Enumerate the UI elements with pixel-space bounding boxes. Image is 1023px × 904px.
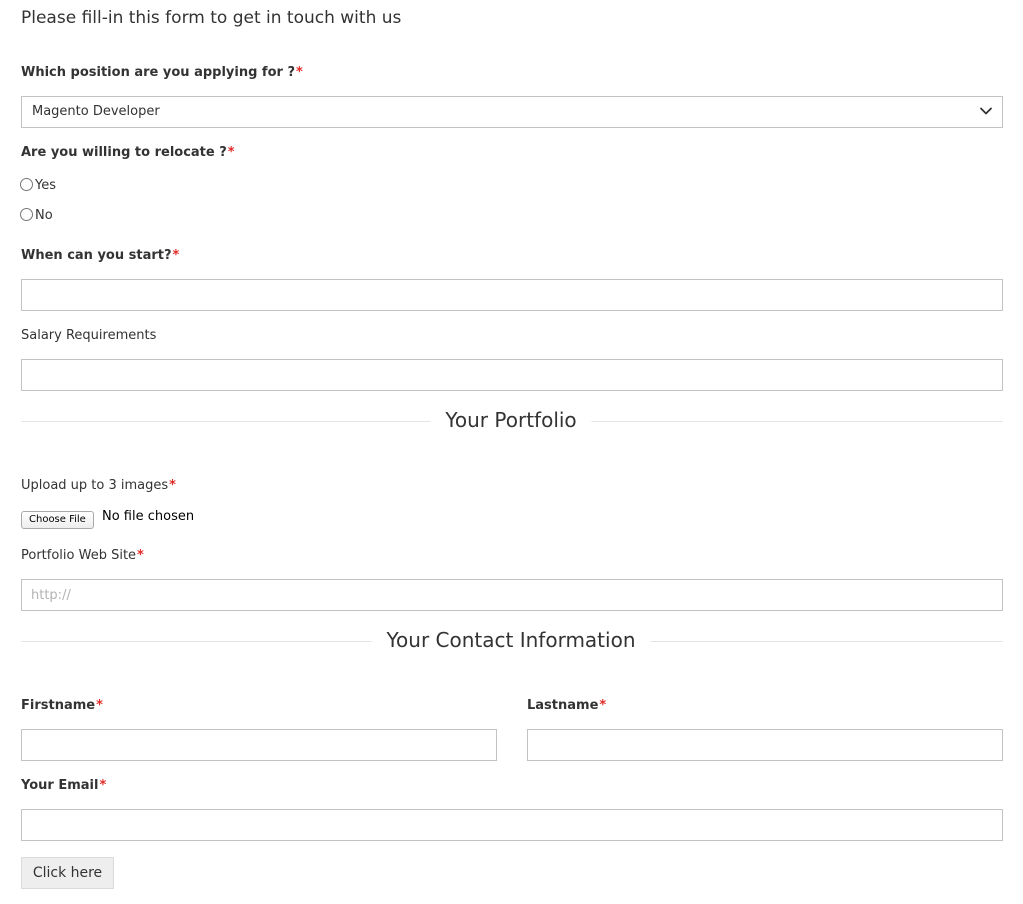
email-label: Your Email* — [21, 777, 106, 795]
chevron-down-icon — [980, 107, 992, 115]
file-status: No file chosen — [102, 509, 195, 524]
radio-no[interactable] — [20, 208, 33, 221]
required-marker: * — [137, 548, 144, 563]
relocate-label-text: Are you willing to relocate ? — [21, 145, 227, 160]
relocate-option-no[interactable]: No — [20, 208, 53, 224]
salary-label: Salary Requirements — [21, 328, 157, 343]
position-label-text: Which position are you applying for ? — [21, 65, 295, 80]
firstname-label: Firstname* — [21, 697, 103, 715]
position-select-value: Magento Developer — [32, 104, 160, 119]
email-input[interactable] — [21, 809, 1003, 841]
relocate-option-yes-label: Yes — [35, 178, 56, 193]
relocate-option-yes[interactable]: Yes — [20, 178, 56, 194]
required-marker: * — [295, 65, 303, 80]
required-marker: * — [99, 778, 107, 793]
required-marker: * — [169, 478, 176, 493]
website-label: Portfolio Web Site* — [21, 547, 144, 565]
firstname-input[interactable] — [21, 729, 497, 761]
radio-yes[interactable] — [20, 178, 33, 191]
lastname-input[interactable] — [527, 729, 1003, 761]
upload-label-text: Upload up to 3 images — [21, 478, 169, 493]
choose-file-button[interactable]: Choose File — [21, 511, 94, 529]
portfolio-section-title: Your Portfolio — [430, 408, 592, 432]
website-label-text: Portfolio Web Site — [21, 548, 137, 563]
position-select[interactable]: Magento Developer — [21, 96, 1003, 128]
relocate-option-no-label: No — [35, 208, 53, 223]
relocate-label: Are you willing to relocate ?* — [21, 144, 235, 162]
upload-label: Upload up to 3 images* — [21, 477, 176, 495]
contact-section-title: Your Contact Information — [371, 628, 651, 652]
start-date-input[interactable] — [21, 279, 1003, 311]
required-marker: * — [96, 698, 103, 713]
form-intro: Please fill-in this form to get in touch… — [21, 8, 402, 28]
lastname-label: Lastname* — [527, 697, 606, 715]
email-label-text: Your Email — [21, 778, 99, 793]
required-marker: * — [227, 145, 235, 160]
submit-button[interactable]: Click here — [21, 857, 114, 889]
start-label-text: When can you start? — [21, 248, 172, 263]
portfolio-website-input[interactable] — [21, 579, 1003, 611]
application-form: Please fill-in this form to get in touch… — [0, 0, 1023, 904]
lastname-label-text: Lastname — [527, 698, 599, 713]
salary-input[interactable] — [21, 359, 1003, 391]
required-marker: * — [599, 698, 607, 713]
required-marker: * — [172, 248, 180, 263]
firstname-label-text: Firstname — [21, 698, 96, 713]
position-label: Which position are you applying for ?* — [21, 64, 303, 82]
start-label: When can you start?* — [21, 247, 179, 265]
